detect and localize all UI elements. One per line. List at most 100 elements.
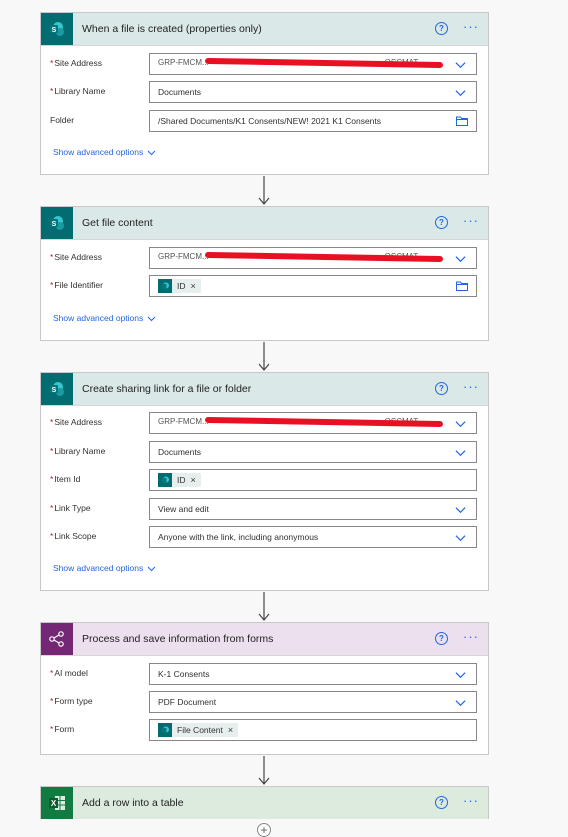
svg-text:S: S xyxy=(52,387,57,394)
site-address-row: *Site Address GRP-FMCM... ...OSCMAT... xyxy=(41,247,488,269)
sharepoint-icon: S xyxy=(41,207,73,239)
site-address-label: *Site Address xyxy=(50,58,102,68)
form-type-dropdown[interactable]: PDF Document xyxy=(149,691,477,713)
link-type-dropdown[interactable]: View and edit xyxy=(149,498,477,520)
required-mark: * xyxy=(50,503,54,513)
file-identifier-row: *File Identifier ID × xyxy=(41,275,488,297)
more-options-icon[interactable]: ··· xyxy=(463,793,479,809)
link-text: Show advanced options xyxy=(53,313,144,323)
label-text: File Identifier xyxy=(54,280,103,290)
file-identifier-input[interactable]: ID × xyxy=(149,275,477,297)
remove-token-icon[interactable]: × xyxy=(191,281,196,291)
remove-token-icon[interactable]: × xyxy=(228,725,233,735)
item-id-label: *Item Id xyxy=(50,474,80,484)
chevron-down-icon[interactable] xyxy=(455,87,466,98)
label-text: Library Name xyxy=(54,446,106,456)
dynamic-content-token[interactable]: ID × xyxy=(158,279,201,293)
ai-model-dropdown[interactable]: K-1 Consents xyxy=(149,663,477,685)
chevron-down-icon[interactable] xyxy=(455,418,466,429)
site-address-dropdown[interactable]: GRP-FMCM... ...OSCMAT... xyxy=(149,53,477,75)
item-id-row: *Item Id ID × xyxy=(41,469,488,491)
required-mark: * xyxy=(50,668,54,678)
chevron-down-icon xyxy=(147,316,156,321)
dynamic-content-token[interactable]: File Content × xyxy=(158,723,239,737)
required-mark: * xyxy=(50,724,54,734)
flow-step-add-row: X Add a row into a table ? ··· xyxy=(40,786,489,819)
form-type-value: PDF Document xyxy=(158,697,217,707)
help-icon[interactable]: ? xyxy=(435,382,448,395)
chevron-down-icon[interactable] xyxy=(455,697,466,708)
chevron-down-icon[interactable] xyxy=(455,59,466,70)
link-scope-dropdown[interactable]: Anyone with the link, including anonymou… xyxy=(149,526,477,548)
ai-builder-icon xyxy=(41,623,73,655)
form-type-row: *Form type PDF Document xyxy=(41,691,488,713)
form-input[interactable]: File Content × xyxy=(149,719,477,741)
required-mark: * xyxy=(50,280,54,290)
remove-token-icon[interactable]: × xyxy=(191,475,196,485)
folder-input[interactable]: /Shared Documents/K1 Consents/NEW! 2021 … xyxy=(149,110,477,132)
site-address-dropdown[interactable]: GRP-FMCM... ...OSCMAT... xyxy=(149,412,477,434)
more-options-icon[interactable]: ··· xyxy=(463,213,479,229)
help-icon[interactable]: ? xyxy=(435,216,448,229)
more-options-icon[interactable]: ··· xyxy=(463,629,479,645)
label-text: Link Scope xyxy=(54,531,97,541)
show-advanced-options-link[interactable]: Show advanced options xyxy=(53,563,156,573)
site-address-label: *Site Address xyxy=(50,417,102,427)
file-identifier-label: *File Identifier xyxy=(50,280,103,290)
link-scope-row: *Link Scope Anyone with the link, includ… xyxy=(41,526,488,548)
step-title: Create sharing link for a file or folder xyxy=(82,383,252,395)
form-type-label: *Form type xyxy=(50,696,93,706)
required-mark: * xyxy=(50,446,54,456)
svg-text:S: S xyxy=(52,221,57,228)
folder-icon[interactable] xyxy=(456,281,468,291)
help-icon[interactable]: ? xyxy=(435,632,448,645)
flow-step-create-sharing-link: S Create sharing link for a file or fold… xyxy=(40,372,489,591)
chevron-down-icon[interactable] xyxy=(455,447,466,458)
connector-arrow xyxy=(258,756,270,785)
step-header[interactable]: Process and save information from forms … xyxy=(41,623,488,656)
sharepoint-icon: S xyxy=(41,373,73,405)
label-text: Site Address xyxy=(54,58,103,68)
folder-icon[interactable] xyxy=(456,116,468,126)
folder-value: /Shared Documents/K1 Consents/NEW! 2021 … xyxy=(158,116,382,126)
token-label: ID xyxy=(177,475,186,485)
more-options-icon[interactable]: ··· xyxy=(463,379,479,395)
show-advanced-options-link[interactable]: Show advanced options xyxy=(53,313,156,323)
step-header[interactable]: S When a file is created (properties onl… xyxy=(41,13,488,46)
chevron-down-icon[interactable] xyxy=(455,532,466,543)
show-advanced-options-link[interactable]: Show advanced options xyxy=(53,147,156,157)
label-text: AI model xyxy=(54,668,88,678)
form-row: *Form File Content × xyxy=(41,719,488,741)
chevron-down-icon[interactable] xyxy=(455,253,466,264)
sharepoint-icon: S xyxy=(41,13,73,45)
site-address-row: *Site Address GRP-FMCM... ...OSCMAT... xyxy=(41,53,488,75)
sharepoint-icon xyxy=(158,723,172,737)
chevron-down-icon[interactable] xyxy=(455,504,466,515)
chevron-down-icon[interactable] xyxy=(455,669,466,680)
excel-icon: X xyxy=(41,787,73,819)
flow-step-get-file-content: S Get file content ? ··· *Site Address G… xyxy=(40,206,489,341)
help-icon[interactable]: ? xyxy=(435,796,448,809)
step-header[interactable]: X Add a row into a table ? ··· xyxy=(41,787,488,819)
step-header[interactable]: S Get file content ? ··· xyxy=(41,207,488,240)
connector-arrow xyxy=(258,176,270,205)
required-mark: * xyxy=(50,696,54,706)
step-title: Add a row into a table xyxy=(82,797,184,809)
site-address-partial: GRP-FMCM... xyxy=(158,417,209,426)
library-name-dropdown[interactable]: Documents xyxy=(149,441,477,463)
site-address-dropdown[interactable]: GRP-FMCM... ...OSCMAT... xyxy=(149,247,477,269)
library-name-dropdown[interactable]: Documents xyxy=(149,81,477,103)
step-header[interactable]: S Create sharing link for a file or fold… xyxy=(41,373,488,406)
more-options-icon[interactable]: ··· xyxy=(463,19,479,35)
library-name-label: *Library Name xyxy=(50,446,105,456)
site-address-partial: GRP-FMCM... xyxy=(158,58,209,67)
help-icon[interactable]: ? xyxy=(435,22,448,35)
item-id-input[interactable]: ID × xyxy=(149,469,477,491)
connector-arrow xyxy=(258,592,270,621)
label-text: Form xyxy=(54,724,75,734)
add-step-button[interactable]: + xyxy=(257,823,271,837)
library-name-value: Documents xyxy=(158,447,201,457)
flow-step-process-forms: Process and save information from forms … xyxy=(40,622,489,755)
dynamic-content-token[interactable]: ID × xyxy=(158,473,201,487)
ai-model-label: *AI model xyxy=(50,668,88,678)
